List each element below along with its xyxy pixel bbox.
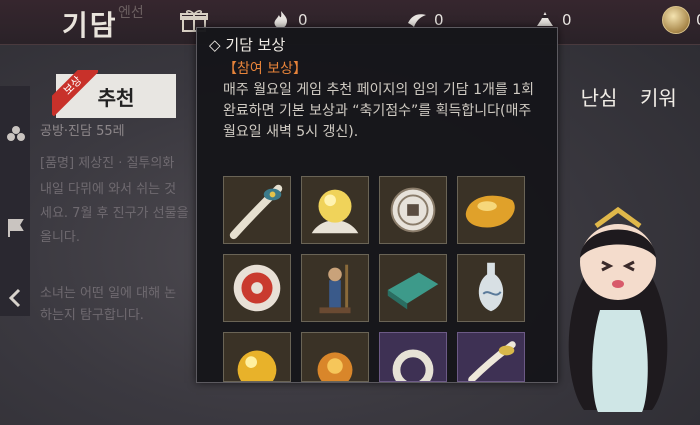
chibi-character-illustration [568,206,668,412]
reward-slot[interactable] [223,176,291,244]
fire-crystal-icon [317,352,353,381]
jade-tablet-icon [387,272,439,310]
flower-icon[interactable] [4,122,28,146]
reward-slot[interactable] [457,176,525,244]
porcelain-vase-icon [478,262,504,312]
golden-orb-icon [311,189,359,234]
coin-counter[interactable]: 0 [662,6,700,34]
ink-value: 0 [562,11,572,29]
background-line: 소녀는 어떤 일에 대해 논 [40,286,177,301]
reward-slot[interactable] [223,254,291,322]
reward-slot[interactable] [301,254,369,322]
left-sidebar [0,86,30,316]
page-title: 기담 [62,9,118,42]
reward-slot[interactable] [379,254,447,322]
reward-slot[interactable] [223,332,291,382]
reward-slot[interactable] [457,254,525,322]
background-line: 올니다. [40,230,81,245]
peacock-feather-icon [229,184,283,240]
reward-slot[interactable] [301,332,369,382]
reward-ribbon: 보상 [52,70,98,116]
tab-keyword[interactable]: 키워 [640,74,696,118]
reward-slot[interactable] [379,176,447,244]
warrior-figurine-icon [319,264,351,314]
reward-tooltip: ◇ 기담 보상 【참여 보상】 매주 월요일 게임 추천 페이지의 임의 기담 … [196,27,558,383]
ribbon-label: 보상 [52,70,98,116]
reward-slot[interactable] [457,332,525,382]
amber-stone-icon [465,195,515,228]
flag-icon[interactable] [4,216,28,240]
tab-chaos[interactable]: 난심 [574,74,624,118]
paper-cut-plate-icon [233,264,281,312]
coin-value: 0 [696,11,700,29]
white-feather-icon [468,341,516,381]
chevron-left-icon[interactable] [4,286,28,310]
background-line: 내일 다뮈에 와서 쉬는 것 [40,182,177,197]
tooltip-subtitle: 【참여 보상】 [223,61,307,77]
background-line: [품명] 제상진 · 질투의화 [40,156,175,171]
gold-ball-icon [237,350,277,381]
tooltip-title: ◇ 기담 보상 [209,36,286,54]
coin-icon [662,6,690,34]
ghost-label: 엔선 [118,5,144,21]
jade-coin-icon [390,187,436,233]
jade-ring-icon [392,349,434,381]
reward-slot[interactable] [379,332,447,382]
background-line: 하는지 탐구합니다. [40,308,144,323]
tooltip-description: 매주 월요일 게임 추천 페이지의 임의 기담 1개를 1회 완료하면 기본 보… [223,82,535,140]
background-line: 세요. 7월 후 진구가 선물을 [40,206,189,221]
background-meta: 공방·진담 55레 [40,124,125,139]
reward-slot[interactable] [301,176,369,244]
